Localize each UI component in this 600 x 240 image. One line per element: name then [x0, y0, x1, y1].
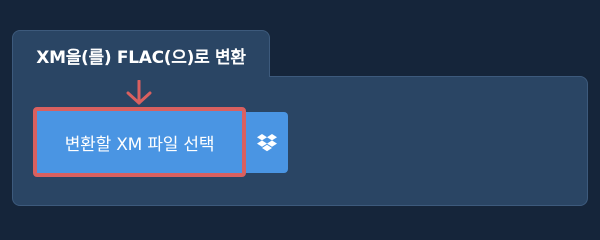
arrow-down-icon — [126, 80, 152, 105]
dropbox-button[interactable] — [246, 112, 288, 173]
dropbox-icon — [257, 133, 277, 151]
converter-page: XM을(를) FLAC(으)로 변환 변환할 XM 파일 선택 — [0, 0, 600, 230]
converter-tab: XM을(를) FLAC(으)로 변환 — [12, 30, 270, 77]
upload-button-highlight — [33, 107, 246, 177]
tab-title: XM을(를) FLAC(으)로 변환 — [36, 48, 246, 68]
tab-joiner — [13, 75, 269, 78]
